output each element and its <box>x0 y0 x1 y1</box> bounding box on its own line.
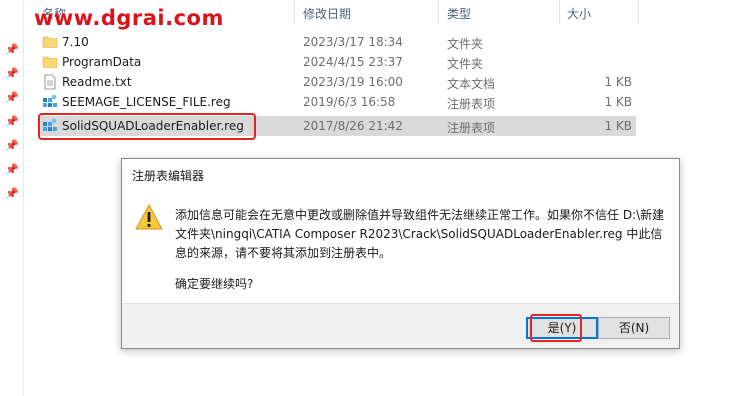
no-button[interactable]: 否(N) <box>598 317 670 339</box>
file-name: 7.10 <box>62 35 89 49</box>
file-type: 文件夹 <box>447 57 484 71</box>
pin-icon[interactable]: 📌 <box>5 116 19 128</box>
folder-icon <box>42 36 58 48</box>
file-date: 2019/6/3 16:58 <box>303 95 396 109</box>
pin-icon[interactable]: 📌 <box>5 188 19 200</box>
column-separator[interactable] <box>438 0 439 24</box>
pin-icon[interactable]: 📌 <box>5 68 19 80</box>
quick-access-pane: 📌 📌 📌 📌 📌 📌 📌 <box>0 0 24 396</box>
message-line: 添加信息可能会在无意中更改或删除值并导致组件无法继续正常工作。如果你不信任 D:… <box>175 208 665 222</box>
column-date[interactable]: 修改日期 <box>303 5 351 22</box>
file-size: 1 KB <box>604 75 632 89</box>
warning-icon <box>135 203 163 230</box>
file-row[interactable]: Readme.txt 2023/3/19 16:00 文本文档 1 KB <box>38 72 636 92</box>
message-line: 息的来源，请不要将其添加到注册表中。 <box>175 246 392 260</box>
file-row[interactable]: SEEMAGE_LICENSE_FILE.reg 2019/6/3 16:58 … <box>38 92 636 112</box>
file-name: SEEMAGE_LICENSE_FILE.reg <box>62 95 231 109</box>
dialog-button-bar: 是(Y) 否(N) <box>122 303 679 348</box>
file-name: ProgramData <box>62 55 142 69</box>
pin-icon[interactable]: 📌 <box>5 164 19 176</box>
column-separator[interactable] <box>294 0 295 24</box>
pin-icon[interactable]: 📌 <box>5 92 19 104</box>
pin-icon[interactable]: 📌 <box>5 44 19 56</box>
column-size[interactable]: 大小 <box>567 5 591 22</box>
dialog-title: 注册表编辑器 <box>132 169 205 183</box>
message-line: 文件夹\ningqi\CATIA Composer R2023\Crack\So… <box>175 227 663 241</box>
file-date: 2024/4/15 23:37 <box>303 55 403 69</box>
dialog-message: 添加信息可能会在无意中更改或删除值并导致组件无法继续正常工作。如果你不信任 D:… <box>175 206 675 263</box>
file-type: 注册表项 <box>447 97 496 111</box>
file-type: 注册表项 <box>447 121 496 135</box>
file-size: 1 KB <box>604 119 632 133</box>
file-size: 1 KB <box>604 95 632 109</box>
file-row[interactable]: ProgramData 2024/4/15 23:37 文件夹 <box>38 52 636 72</box>
registry-editor-dialog: 注册表编辑器 添加信息可能会在无意中更改或删除值并导致组件无法继续正常工作。如果… <box>121 158 680 349</box>
registry-file-icon <box>43 94 57 107</box>
confirm-question: 确定要继续吗? <box>175 277 254 291</box>
file-row[interactable]: 7.10 2023/3/17 18:34 文件夹 <box>38 32 636 52</box>
pin-icon[interactable]: 📌 <box>5 140 19 152</box>
file-date: 2017/8/26 21:42 <box>303 119 403 133</box>
watermark: www.dgrai.com <box>34 6 224 30</box>
column-separator[interactable] <box>559 0 560 24</box>
file-date: 2023/3/19 16:00 <box>303 75 403 89</box>
file-type: 文本文档 <box>447 77 496 91</box>
column-type[interactable]: 类型 <box>447 5 471 22</box>
highlight-annotation <box>530 314 582 342</box>
file-type: 文件夹 <box>447 37 484 51</box>
file-name: Readme.txt <box>62 75 132 89</box>
folder-icon <box>42 56 58 68</box>
text-file-icon <box>44 74 56 90</box>
column-separator[interactable] <box>638 0 639 24</box>
highlight-annotation <box>38 113 256 140</box>
file-date: 2023/3/17 18:34 <box>303 35 403 49</box>
